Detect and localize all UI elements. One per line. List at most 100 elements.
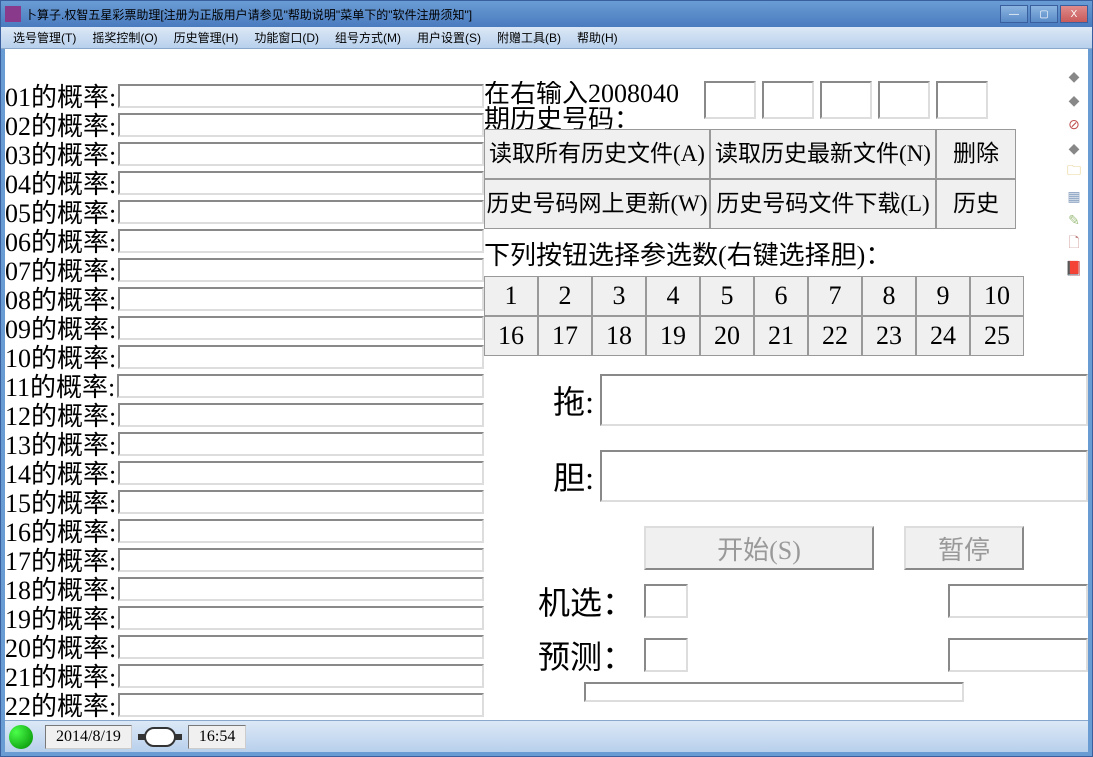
dan-label: 胆:: [484, 453, 594, 499]
result-field[interactable]: [584, 682, 964, 702]
prob-field[interactable]: [118, 519, 484, 543]
prob-field[interactable]: [118, 635, 484, 659]
digit-input-3[interactable]: [820, 81, 872, 119]
prob-field[interactable]: [118, 287, 484, 311]
number-button-21[interactable]: 21: [754, 316, 808, 356]
menu-item[interactable]: 历史管理(H): [166, 27, 247, 48]
dan-field[interactable]: [600, 450, 1088, 502]
number-grid: 1234567891016171819202122232425: [484, 276, 1088, 356]
prob-field[interactable]: [118, 142, 484, 166]
drag-label: 拖:: [484, 377, 594, 423]
prob-field[interactable]: [118, 577, 484, 601]
number-button-17[interactable]: 17: [538, 316, 592, 356]
number-button-6[interactable]: 6: [754, 276, 808, 316]
number-button-16[interactable]: 16: [484, 316, 538, 356]
toolbar-icon[interactable]: ▦: [1063, 185, 1085, 207]
number-button-24[interactable]: 24: [916, 316, 970, 356]
number-button-3[interactable]: 3: [592, 276, 646, 316]
menu-item[interactable]: 功能窗口(D): [246, 27, 327, 48]
drag-field[interactable]: [600, 374, 1088, 426]
globe-icon: [9, 725, 33, 749]
prob-field[interactable]: [118, 606, 484, 630]
digit-input-2[interactable]: [762, 81, 814, 119]
toolbar-icon[interactable]: 📕: [1063, 257, 1085, 279]
prob-field[interactable]: [118, 461, 484, 485]
jixuan-field[interactable]: [644, 584, 688, 618]
number-button-4[interactable]: 4: [646, 276, 700, 316]
delete-button[interactable]: 删除: [936, 129, 1016, 179]
read-new-history-button[interactable]: 读取历史最新文件(N): [710, 129, 936, 179]
number-button-7[interactable]: 7: [808, 276, 862, 316]
number-button-5[interactable]: 5: [700, 276, 754, 316]
menu-item[interactable]: 组号方式(M): [327, 27, 409, 48]
jixuan-field-2[interactable]: [948, 584, 1088, 618]
minimize-button[interactable]: —: [1000, 5, 1028, 23]
prob-field[interactable]: [118, 113, 484, 137]
prob-field[interactable]: [118, 171, 484, 195]
maximize-button[interactable]: ▢: [1030, 5, 1058, 23]
toolbar-icon[interactable]: ✎: [1063, 209, 1085, 231]
prob-field[interactable]: [118, 200, 484, 224]
prob-field[interactable]: [118, 490, 484, 514]
prob-field[interactable]: [118, 403, 484, 427]
menu-item[interactable]: 摇奖控制(O): [84, 27, 165, 48]
prob-field[interactable]: [118, 316, 484, 340]
menu-item[interactable]: 选号管理(T): [5, 27, 84, 48]
yuce-label: 预测：: [484, 632, 634, 678]
yuce-field[interactable]: [644, 638, 688, 672]
number-button-19[interactable]: 19: [646, 316, 700, 356]
prob-field[interactable]: [118, 432, 484, 456]
toolbar-icon[interactable]: ⊘: [1063, 113, 1085, 135]
prob-label: 22的概率:: [5, 686, 116, 720]
number-button-9[interactable]: 9: [916, 276, 970, 316]
period-input-label: 在右输入2008040 期历史号码：: [484, 81, 704, 129]
menu-item[interactable]: 用户设置(S): [409, 27, 489, 48]
number-button-20[interactable]: 20: [700, 316, 754, 356]
menu-item[interactable]: 附赠工具(B): [489, 27, 569, 48]
titlebar: 卜算子.权智五星彩票助理[注册为正版用户请参见"帮助说明"菜单下的"软件注册须知…: [1, 1, 1092, 27]
number-button-18[interactable]: 18: [592, 316, 646, 356]
prob-field[interactable]: [118, 664, 484, 688]
digit-input-5[interactable]: [936, 81, 988, 119]
web-update-button[interactable]: 历史号码网上更新(W): [484, 179, 710, 229]
close-button[interactable]: X: [1060, 5, 1088, 23]
side-toolbar: ◆◆⊘◆🗀▦✎🗋📕: [1060, 49, 1088, 279]
start-button[interactable]: 开始(S): [644, 526, 874, 570]
prob-field[interactable]: [118, 548, 484, 572]
prob-field[interactable]: [118, 84, 484, 108]
menu-item[interactable]: 帮助(H): [569, 27, 626, 48]
number-button-25[interactable]: 25: [970, 316, 1024, 356]
history-button[interactable]: 历史: [936, 179, 1016, 229]
digit-input-1[interactable]: [704, 81, 756, 119]
pick-header: 下列按钮选择参选数(右键选择胆)：: [484, 229, 1088, 276]
toolbar-icon[interactable]: ◆: [1063, 137, 1085, 159]
prob-field[interactable]: [118, 345, 484, 369]
number-button-22[interactable]: 22: [808, 316, 862, 356]
file-download-button[interactable]: 历史号码文件下载(L): [710, 179, 936, 229]
prob-field[interactable]: [117, 374, 484, 398]
toolbar-icon[interactable]: 🗋: [1063, 233, 1085, 255]
toolbar-icon[interactable]: ◆: [1063, 65, 1085, 87]
app-icon: [5, 6, 21, 22]
number-button-10[interactable]: 10: [970, 276, 1024, 316]
toolbar-icon[interactable]: 🗀: [1063, 161, 1085, 183]
probability-panel: 01的概率:02的概率:03的概率:04的概率:05的概率:06的概率:07的概…: [5, 49, 484, 720]
control-panel: 在右输入2008040 期历史号码： 读取所有历史文件(A) 读取历史最新文件(…: [484, 49, 1088, 720]
prob-field[interactable]: [118, 693, 484, 717]
number-button-23[interactable]: 23: [862, 316, 916, 356]
number-button-2[interactable]: 2: [538, 276, 592, 316]
number-button-1[interactable]: 1: [484, 276, 538, 316]
prob-field[interactable]: [118, 258, 484, 282]
number-button-8[interactable]: 8: [862, 276, 916, 316]
digit-input-4[interactable]: [878, 81, 930, 119]
prob-row: 22的概率:: [5, 690, 484, 719]
date-display: 2014/8/19: [45, 725, 132, 749]
toolbar-icon[interactable]: ◆: [1063, 89, 1085, 111]
watch-icon: [144, 727, 176, 747]
read-all-history-button[interactable]: 读取所有历史文件(A): [484, 129, 710, 179]
prob-field[interactable]: [118, 229, 484, 253]
pause-button[interactable]: 暂停: [904, 526, 1024, 570]
jixuan-label: 机选：: [484, 578, 634, 624]
yuce-field-2[interactable]: [948, 638, 1088, 672]
menubar: 选号管理(T) 摇奖控制(O) 历史管理(H) 功能窗口(D) 组号方式(M) …: [1, 27, 1092, 49]
